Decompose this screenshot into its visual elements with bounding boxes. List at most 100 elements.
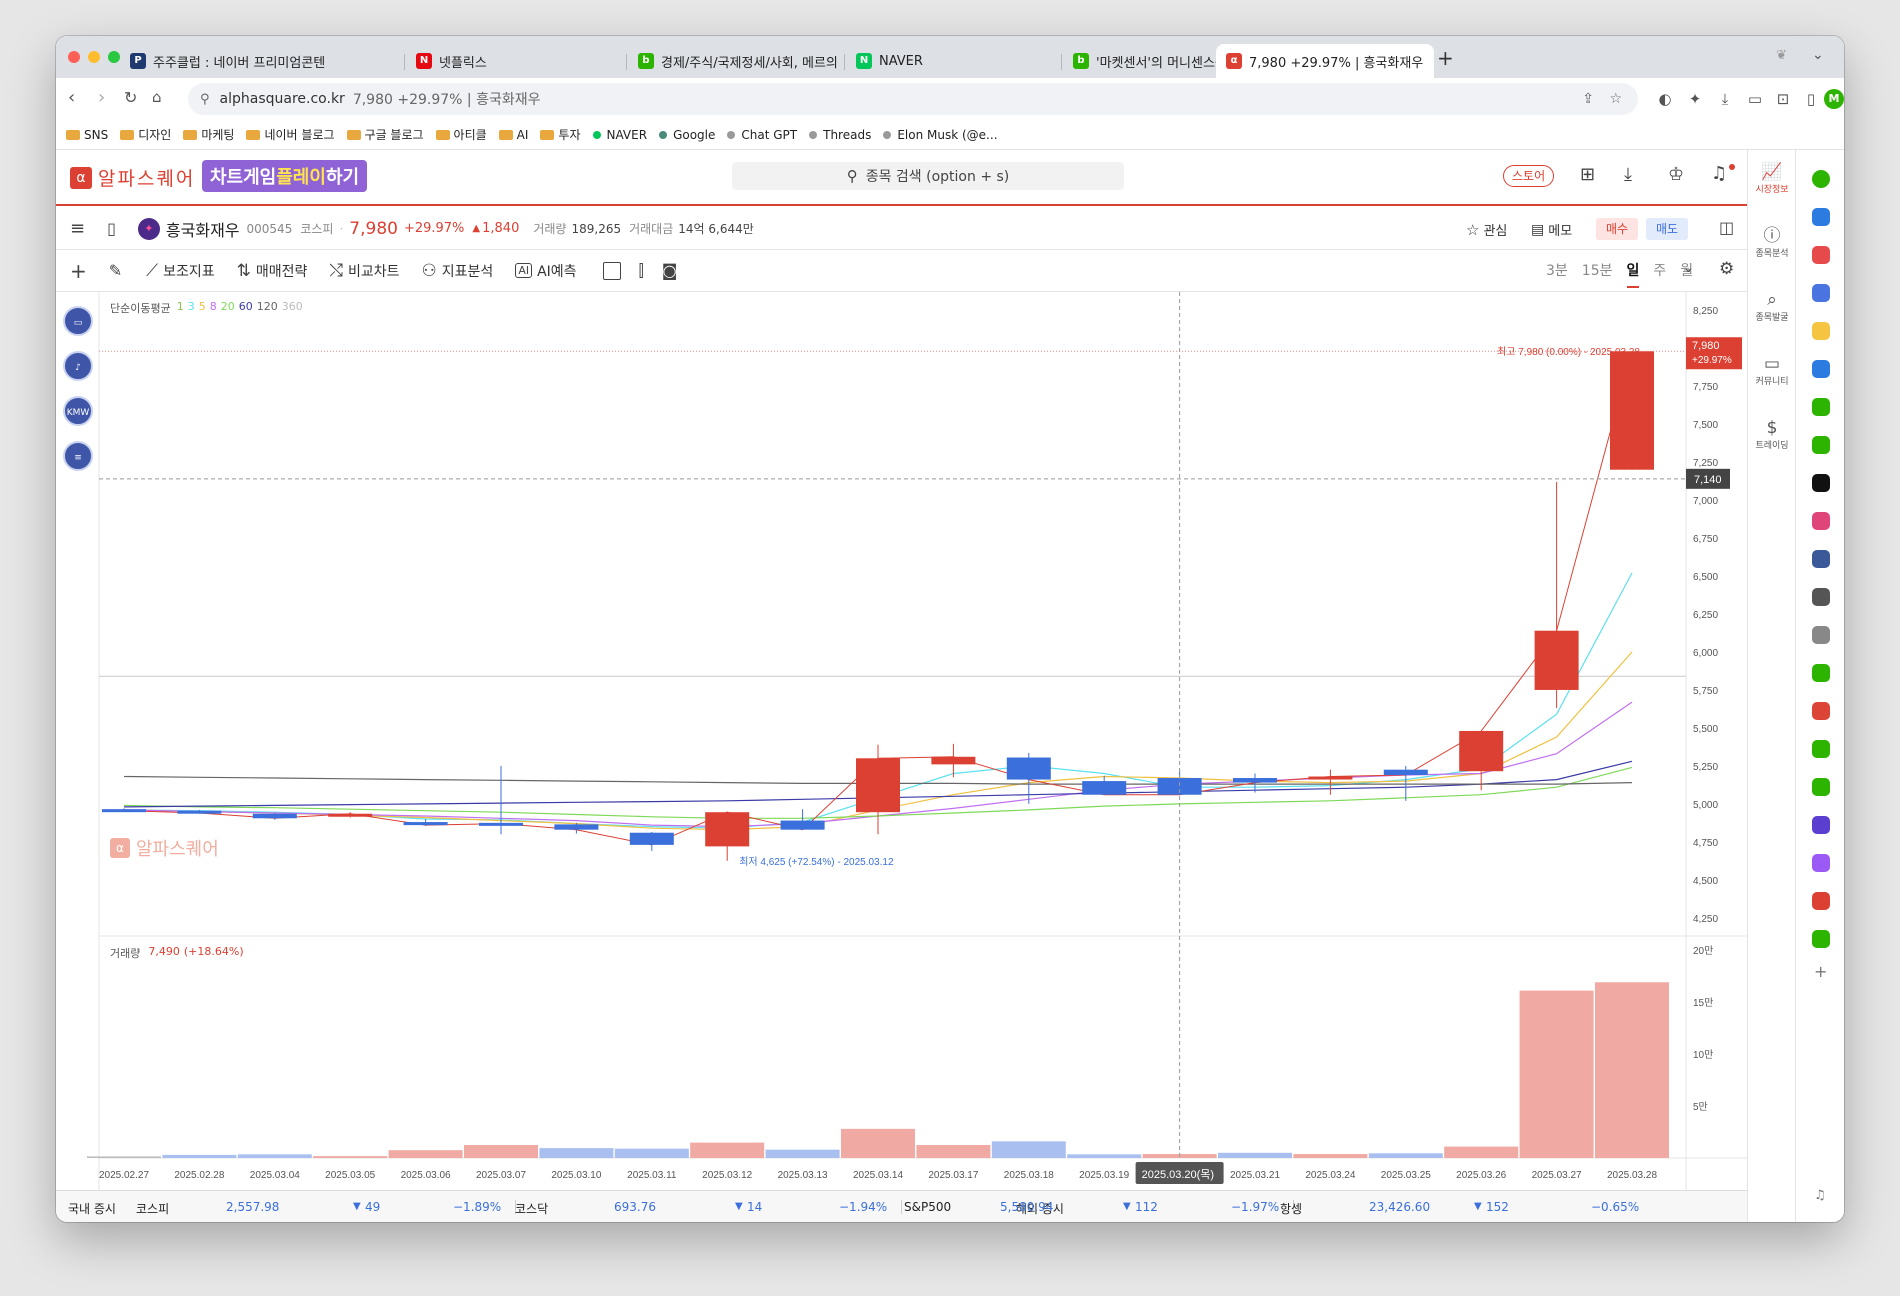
volume-bar[interactable] <box>1293 1154 1368 1158</box>
globe-icon[interactable] <box>1812 208 1830 226</box>
back-icon[interactable]: ‹ <box>68 87 75 108</box>
chart-game-banner[interactable]: 차트게임 플레이 하기 <box>202 160 368 192</box>
camera-icon[interactable] <box>1812 816 1830 834</box>
pen-icon[interactable] <box>1812 588 1830 606</box>
sidebar-toggle-icon[interactable]: ▯ <box>1804 90 1818 108</box>
tab-1[interactable]: N 넷플릭스 <box>406 44 628 78</box>
circle-icon[interactable] <box>1812 170 1830 188</box>
ma-legend-item[interactable]: 8 <box>210 300 217 316</box>
period-2[interactable]: 일 <box>1626 260 1640 288</box>
tab-3[interactable]: N NAVER <box>846 44 1064 78</box>
tab-0[interactable]: P 주주클럽 : 네이버 프리미엄콘텐 <box>120 44 405 78</box>
candle-body[interactable] <box>1082 781 1127 795</box>
bell-icon[interactable]: ♫ <box>1711 163 1727 184</box>
ma-legend-item[interactable]: 360 <box>282 300 303 316</box>
map-pin-icon[interactable] <box>1812 436 1830 454</box>
bookmark-item[interactable]: 투자 <box>540 126 581 143</box>
volume-bar[interactable] <box>162 1154 237 1158</box>
candle-body[interactable] <box>554 824 599 830</box>
volume-bar[interactable] <box>916 1145 991 1158</box>
add-sidebar-icon[interactable]: + <box>1814 962 1827 981</box>
strategy-button[interactable]: ⇅ 매매전략 <box>237 261 308 281</box>
rail-item-3[interactable]: ▭ 커뮤니티 <box>1748 354 1796 387</box>
stock-search-input[interactable]: ⚲ 종목 검색 (option + s) <box>732 162 1124 190</box>
monitor-icon[interactable]: ▭ <box>63 306 93 336</box>
trophy-icon[interactable]: ♔ <box>1668 164 1684 185</box>
new-tab-button[interactable]: + <box>1437 46 1454 70</box>
ma-legend-item[interactable]: 120 <box>257 300 278 316</box>
close-window-button[interactable] <box>68 51 80 63</box>
zoom-window-button[interactable] <box>108 51 120 63</box>
edge-icon[interactable] <box>1812 360 1830 378</box>
add-icon[interactable]: + <box>70 259 87 283</box>
reload-icon[interactable]: ↻ <box>124 88 137 107</box>
bookmark-item[interactable]: AI <box>498 128 528 142</box>
brain-icon[interactable] <box>1812 626 1830 644</box>
screenshot-icon[interactable]: ⊡ <box>1774 90 1792 108</box>
volume-bar[interactable] <box>1444 1146 1519 1158</box>
candle-body[interactable] <box>1233 778 1277 783</box>
candle-body[interactable] <box>1534 630 1579 690</box>
check-icon[interactable] <box>1812 664 1830 682</box>
bookmark-item[interactable]: 네이버 블로그 <box>246 126 335 143</box>
volume-bar[interactable] <box>1368 1153 1443 1158</box>
menu-icon[interactable]: ≡ <box>70 218 85 239</box>
tab-active[interactable]: α 7,980 +29.97% | 흥국화재우 <box>1216 44 1434 78</box>
candle-body[interactable] <box>1610 351 1654 470</box>
chart-area[interactable]: 8,2508,0007,7507,5007,2507,0006,7506,500… <box>56 292 1747 1190</box>
period-0[interactable]: 3분 <box>1546 260 1568 288</box>
app-logo[interactable]: α 알파스퀘어 <box>70 164 195 191</box>
ai-icon[interactable] <box>1812 930 1830 948</box>
calendar-icon[interactable] <box>1812 284 1830 302</box>
bookmark-item[interactable]: Google <box>659 128 715 142</box>
volume-bar[interactable] <box>388 1150 463 1158</box>
logo-icon[interactable]: ≡ <box>63 441 93 471</box>
bookmark-item[interactable]: 디자인 <box>120 126 171 143</box>
draw-pencil-icon[interactable]: ✎ <box>109 261 122 280</box>
sidebar-bell-icon[interactable]: ♫ <box>1814 1188 1826 1203</box>
ma-legend-item[interactable]: 5 <box>199 300 206 316</box>
stock-icon[interactable] <box>1812 398 1830 416</box>
forward-icon[interactable]: › <box>98 87 105 108</box>
watch-button[interactable]: ☆ 관심 <box>1466 220 1507 240</box>
volume-bar[interactable] <box>1519 990 1594 1158</box>
url-bar[interactable]: ⚲ alphasquare.co.kr 7,980 +29.97% | 흥국화재… <box>188 83 1638 115</box>
ma-legend-item[interactable]: 1 <box>177 300 184 316</box>
indicator-button[interactable]: ⟋ 보조지표 <box>146 261 214 281</box>
volume-bar[interactable] <box>1595 982 1669 1158</box>
bookmark-item[interactable]: Elon Musk (@e... <box>883 128 998 142</box>
pocket-icon[interactable] <box>1812 246 1830 264</box>
volume-bar[interactable] <box>1067 1154 1142 1158</box>
alpha-icon[interactable] <box>1812 892 1830 910</box>
instagram-icon[interactable] <box>1812 512 1830 530</box>
candle-body[interactable] <box>479 822 523 826</box>
download-icon[interactable]: ⤓ <box>1624 164 1632 185</box>
tab-search-icon[interactable]: ⌄ <box>1812 47 1824 63</box>
capture-icon[interactable]: ◙ <box>662 261 678 280</box>
tiktok-icon[interactable] <box>1812 474 1830 492</box>
compare-chart-button[interactable]: ⤭ 비교차트 <box>329 261 399 281</box>
period-1[interactable]: 15분 <box>1582 260 1613 288</box>
rail-item-2[interactable]: ⌕ 종목발굴 <box>1748 290 1796 323</box>
facebook-icon[interactable] <box>1812 550 1830 568</box>
profile-avatar[interactable]: M <box>1824 89 1844 109</box>
tab-2[interactable]: b 경제/주식/국제정세/사회, 메르의 <box>628 44 846 78</box>
candle-body[interactable] <box>1006 757 1051 780</box>
bookmark-item[interactable]: SNS <box>66 128 108 142</box>
bookmark-item[interactable]: 아티클 <box>435 126 487 143</box>
bookmark-item[interactable]: NAVER <box>592 128 647 142</box>
kmw-icon[interactable]: KMW <box>63 396 93 426</box>
volume-bar[interactable] <box>690 1142 765 1158</box>
bookmark-item[interactable]: Chat GPT <box>727 128 797 142</box>
music-note-icon[interactable]: ♪ <box>63 351 93 381</box>
period-3[interactable]: 주 <box>1653 260 1666 288</box>
minimize-window-button[interactable] <box>88 51 100 63</box>
volume-bar[interactable] <box>765 1149 840 1158</box>
star-icon[interactable] <box>1812 322 1830 340</box>
play-icon[interactable] <box>1812 778 1830 796</box>
rail-item-0[interactable]: 📈 시장정보 <box>1748 162 1796 195</box>
volume-bar[interactable] <box>539 1148 614 1158</box>
ai-predict-button[interactable]: AI AI예측 <box>515 261 577 281</box>
candle-type-icon[interactable]: ⫿ <box>639 261 644 281</box>
volume-bar[interactable] <box>313 1156 388 1158</box>
